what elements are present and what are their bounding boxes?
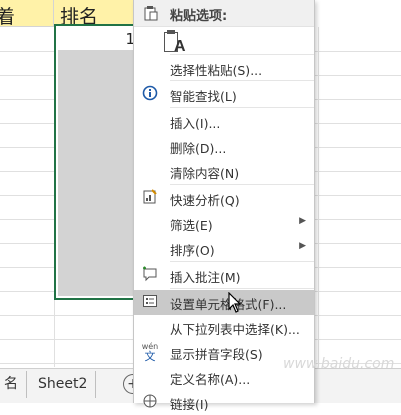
menu-item-label: 筛选(E) <box>170 218 213 233</box>
smart-lookup-icon <box>141 85 159 103</box>
phonetic-icon: wén 文 <box>141 343 159 363</box>
menu-item-pick-from-list[interactable]: 从下拉列表中选择(K)... <box>134 315 314 340</box>
menu-item-label: 智能查找(L) <box>170 89 237 104</box>
clipboard-clip-icon <box>167 30 175 34</box>
link-icon <box>141 393 159 411</box>
menu-item-label: 选择性粘贴(S)... <box>170 63 263 78</box>
menu-item-label: 从下拉列表中选择(K)... <box>170 322 300 337</box>
insert-comment-icon <box>141 266 159 284</box>
paste-values-button[interactable]: A <box>164 30 188 56</box>
menu-item-label: 定义名称(A)... <box>170 372 251 387</box>
menu-item-label: 插入批注(M) <box>170 270 241 285</box>
format-cells-icon <box>141 293 159 311</box>
paste-options-header: 粘贴选项: <box>134 0 314 27</box>
menu-item-label: 清除内容(N) <box>170 166 240 181</box>
menu-item-label: 快速分析(Q) <box>170 193 240 208</box>
menu-item-filter[interactable]: 筛选(E) ▶ <box>134 211 314 236</box>
selected-cells-fill <box>58 50 138 296</box>
menu-item-delete[interactable]: 删除(D)... <box>134 134 314 159</box>
menu-item-quick-analysis[interactable]: 快速分析(Q) <box>134 186 314 211</box>
menu-item-insert-comment[interactable]: 插入批注(M) <box>134 263 314 288</box>
quick-analysis-icon <box>141 189 159 207</box>
menu-item-label: 链接(I) <box>170 397 209 412</box>
watermark: www.baidu.com <box>283 356 395 372</box>
menu-item-clear-contents[interactable]: 清除内容(N) <box>134 159 314 184</box>
menu-item-insert[interactable]: 插入(I)... <box>134 109 314 134</box>
menu-item-label: 插入(I)... <box>170 116 221 131</box>
menu-separator <box>170 261 314 262</box>
context-menu: 粘贴选项: A 选择性粘贴(S)... 智能查找(L) 插入(I)... 删除(… <box>133 0 315 412</box>
menu-item-sort[interactable]: 排序(O) ▶ <box>134 236 314 261</box>
phonetic-char: 文 <box>144 350 156 363</box>
menu-separator <box>170 54 314 55</box>
header-cell-left[interactable]: 着 <box>0 0 54 28</box>
menu-item-format-cells[interactable]: 设置单元格格式(F)... <box>134 290 314 315</box>
menu-separator <box>170 80 314 81</box>
menu-separator <box>170 107 314 108</box>
menu-item-label: 显示拼音字段(S) <box>170 347 263 362</box>
sheet-tab-partial[interactable]: 名 <box>0 371 27 398</box>
menu-separator <box>170 288 314 289</box>
submenu-arrow-icon: ▶ <box>299 216 306 226</box>
sheet-tab-sheet2[interactable]: Sheet2 <box>30 371 97 398</box>
menu-item-paste-special[interactable]: 选择性粘贴(S)... <box>134 56 314 81</box>
grid-line <box>318 27 319 367</box>
menu-item-label: 排序(O) <box>170 243 215 258</box>
submenu-arrow-icon: ▶ <box>299 241 306 251</box>
header-cell-left-text: 着 <box>0 6 16 28</box>
selected-range[interactable]: 1 <box>54 24 140 300</box>
header-cell-rank[interactable]: 排名 <box>54 0 134 28</box>
mouse-pointer-icon <box>228 291 242 314</box>
menu-item-smart-lookup[interactable]: 智能查找(L) <box>134 82 314 107</box>
menu-item-label: 删除(D)... <box>170 141 227 156</box>
paste-header-icon <box>144 5 158 25</box>
paste-options-label: 粘贴选项: <box>170 9 228 24</box>
menu-separator <box>170 184 314 185</box>
